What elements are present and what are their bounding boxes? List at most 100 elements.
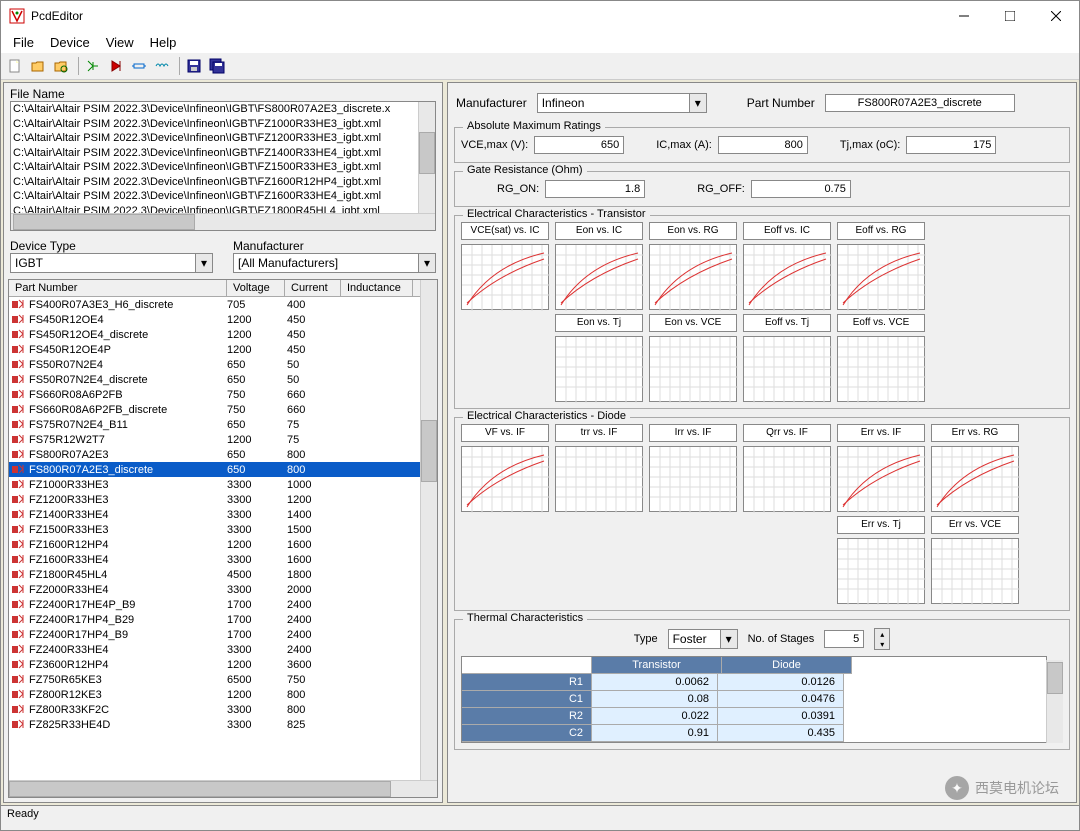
table-row[interactable]: FZ1500R33HE333001500 (9, 522, 437, 537)
stages-input[interactable] (824, 630, 864, 648)
table-row[interactable]: FZ2400R17HP4_B917002400 (9, 627, 437, 642)
minimize-button[interactable] (941, 1, 987, 31)
table-row[interactable]: FZ2400R17HP4_B2917002400 (9, 612, 437, 627)
col-current[interactable]: Current (285, 280, 341, 296)
save-icon[interactable] (184, 56, 204, 76)
rgon-input[interactable] (545, 180, 645, 198)
table-row[interactable]: FS50R07N2E465050 (9, 357, 437, 372)
table-row[interactable]: FZ800R12KE31200800 (9, 687, 437, 702)
table-row[interactable]: FS660R08A6P2FB_discrete750660 (9, 402, 437, 417)
table-row[interactable]: FS450R12OE4P1200450 (9, 342, 437, 357)
chart-plot[interactable] (555, 244, 643, 310)
table-row[interactable]: FS75R07N2E4_B1165075 (9, 417, 437, 432)
maximize-button[interactable] (987, 1, 1033, 31)
parts-scrollbar-h[interactable] (9, 780, 437, 797)
table-row[interactable]: FZ1400R33HE433001400 (9, 507, 437, 522)
close-button[interactable] (1033, 1, 1079, 31)
ic-input[interactable] (718, 136, 808, 154)
table-row[interactable]: FS400R07A3E3_H6_discrete705400 (9, 297, 437, 312)
table-row[interactable]: FZ1600R33HE433001600 (9, 552, 437, 567)
file-item[interactable]: C:\Altair\Altair PSIM 2022.3\Device\Infi… (11, 160, 435, 175)
table-row[interactable]: FZ1600R12HP412001600 (9, 537, 437, 552)
chart-plot[interactable] (837, 538, 925, 604)
scrollbar-horizontal[interactable] (11, 213, 435, 230)
chart-title: Err vs. RG (931, 424, 1019, 442)
table-row[interactable]: FS450R12OE4_discrete1200450 (9, 327, 437, 342)
table-row[interactable]: FZ2000R33HE433002000 (9, 582, 437, 597)
diode-icon[interactable] (106, 56, 126, 76)
chart-plot[interactable] (931, 446, 1019, 512)
table-row[interactable]: FZ2400R33HE433002400 (9, 642, 437, 657)
rgoff-input[interactable] (751, 180, 851, 198)
open-icon[interactable] (28, 56, 48, 76)
chart-plot[interactable] (743, 244, 831, 310)
thermal-type-combo[interactable]: Foster▾ (668, 629, 738, 649)
table-row[interactable]: FZ1200R33HE333001200 (9, 492, 437, 507)
chart-plot[interactable] (837, 336, 925, 402)
chart-plot[interactable] (555, 446, 643, 512)
table-row[interactable]: FZ3600R12HP412003600 (9, 657, 437, 672)
chart-plot[interactable] (649, 446, 737, 512)
chart-plot[interactable] (461, 446, 549, 512)
chart-plot[interactable] (461, 244, 549, 310)
chart-plot[interactable] (649, 336, 737, 402)
thermal-scrollbar[interactable] (1046, 660, 1063, 743)
table-row[interactable]: FS75R12W2T7120075 (9, 432, 437, 447)
menu-view[interactable]: View (98, 33, 142, 52)
table-row[interactable]: FZ1800R45HL445001800 (9, 567, 437, 582)
table-row[interactable]: FS800R07A2E3_discrete650800 (9, 462, 437, 477)
table-row[interactable]: FZ2400R17HE4P_B917002400 (9, 597, 437, 612)
menu-file[interactable]: File (5, 33, 42, 52)
new-icon[interactable] (5, 56, 25, 76)
chart-plot[interactable] (931, 538, 1019, 604)
col-partnumber[interactable]: Part Number (9, 280, 227, 296)
menu-help[interactable]: Help (142, 33, 185, 52)
scrollbar-vertical[interactable] (418, 102, 435, 214)
thermal-row[interactable]: C20.910.435 (462, 725, 1046, 742)
file-item[interactable]: C:\Altair\Altair PSIM 2022.3\Device\Infi… (11, 189, 435, 204)
file-item[interactable]: C:\Altair\Altair PSIM 2022.3\Device\Infi… (11, 102, 435, 117)
chart-plot[interactable] (837, 446, 925, 512)
file-item[interactable]: C:\Altair\Altair PSIM 2022.3\Device\Infi… (11, 146, 435, 161)
file-item[interactable]: C:\Altair\Altair PSIM 2022.3\Device\Infi… (11, 175, 435, 190)
open2-icon[interactable] (51, 56, 71, 76)
table-row[interactable]: FZ825R33HE4D3300825 (9, 717, 437, 732)
thermal-row[interactable]: R10.00620.0126 (462, 674, 1046, 691)
col-voltage[interactable]: Voltage (227, 280, 285, 296)
file-item[interactable]: C:\Altair\Altair PSIM 2022.3\Device\Infi… (11, 131, 435, 146)
thermal-row[interactable]: C10.080.0476 (462, 691, 1046, 708)
chart-plot[interactable] (743, 336, 831, 402)
thermal-row[interactable]: R20.0220.0391 (462, 708, 1046, 725)
mfr-combo[interactable]: Infineon▾ (537, 93, 707, 113)
manufacturer-filter-combo[interactable]: [All Manufacturers]▾ (233, 253, 436, 273)
table-row[interactable]: FZ800R33KF2C3300800 (9, 702, 437, 717)
filelist-label: File Name (10, 87, 436, 101)
chart-plot[interactable] (743, 446, 831, 512)
table-row[interactable]: FS450R12OE41200450 (9, 312, 437, 327)
chart-plot[interactable] (555, 336, 643, 402)
saveall-icon[interactable] (207, 56, 227, 76)
parts-scrollbar[interactable] (420, 280, 437, 797)
col-inductance[interactable]: Inductance (341, 280, 413, 296)
device-type-combo[interactable]: IGBT▾ (10, 253, 213, 273)
table-row[interactable]: FS660R08A6P2FB750660 (9, 387, 437, 402)
chart-title: Err vs. Tj (837, 516, 925, 534)
file-listbox[interactable]: C:\Altair\Altair PSIM 2022.3\Device\Infi… (10, 101, 436, 231)
parts-table[interactable]: Part Number Voltage Current Inductance F… (8, 279, 438, 798)
pn-input[interactable] (825, 94, 1015, 112)
rcd-icon[interactable] (129, 56, 149, 76)
inductor-icon[interactable] (152, 56, 172, 76)
table-row[interactable]: FZ1000R33HE333001000 (9, 477, 437, 492)
table-row[interactable]: FS50R07N2E4_discrete65050 (9, 372, 437, 387)
vce-input[interactable] (534, 136, 624, 154)
menu-device[interactable]: Device (42, 33, 98, 52)
chart-plot[interactable] (649, 244, 737, 310)
transistor-icon[interactable] (83, 56, 103, 76)
thermal-table[interactable]: TransistorDiodeR10.00620.0126C10.080.047… (461, 656, 1047, 743)
table-row[interactable]: FS800R07A2E3650800 (9, 447, 437, 462)
file-item[interactable]: C:\Altair\Altair PSIM 2022.3\Device\Infi… (11, 117, 435, 132)
chart-plot[interactable] (837, 244, 925, 310)
stages-spinner[interactable]: ▴▾ (874, 628, 890, 650)
tj-input[interactable] (906, 136, 996, 154)
table-row[interactable]: FZ750R65KE36500750 (9, 672, 437, 687)
